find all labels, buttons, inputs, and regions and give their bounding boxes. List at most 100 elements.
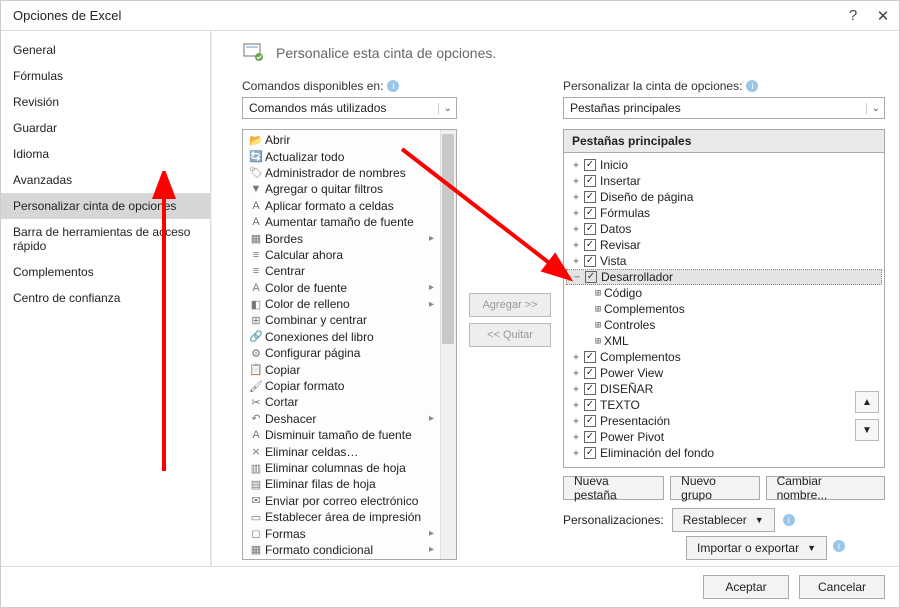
info-icon[interactable]: i	[746, 80, 758, 92]
sidebar-item-2[interactable]: Revisión	[1, 89, 210, 115]
remove-button[interactable]: << Quitar	[469, 323, 551, 347]
command-item[interactable]: 📋Copiar	[243, 361, 456, 377]
scroll-thumb[interactable]	[442, 134, 454, 344]
expand-icon[interactable]: +	[570, 384, 582, 395]
expand-icon[interactable]: +	[570, 192, 582, 203]
command-item[interactable]: 🏷Administrador de nombres	[243, 165, 456, 181]
ribbon-scope-select[interactable]: Pestañas principales ⌄	[563, 97, 885, 119]
ribbon-tab-item[interactable]: +Eliminación del fondo	[566, 445, 882, 461]
expand-icon[interactable]: +	[570, 160, 582, 171]
command-item[interactable]: ↶Deshacer▸	[243, 411, 456, 427]
ribbon-tree[interactable]: +Inicio+Insertar+Diseño de página+Fórmul…	[563, 152, 885, 468]
checkbox[interactable]	[584, 383, 596, 395]
ribbon-group-item[interactable]: ⊞Código	[566, 285, 882, 301]
command-item[interactable]: 📂Abrir	[243, 132, 456, 148]
command-item[interactable]: ▼Agregar o quitar filtros	[243, 181, 456, 197]
checkbox[interactable]	[584, 255, 596, 267]
sidebar-item-9[interactable]: Centro de confianza	[1, 285, 210, 311]
checkbox[interactable]	[584, 431, 596, 443]
expand-icon[interactable]: +	[570, 256, 582, 267]
expand-icon[interactable]: +	[570, 240, 582, 251]
expand-icon[interactable]: ⊞	[592, 304, 604, 315]
command-item[interactable]: ▭Establecer área de impresión	[243, 509, 456, 525]
new-tab-button[interactable]: Nueva pestaña	[563, 476, 664, 500]
info-icon[interactable]: i	[387, 80, 399, 92]
command-item[interactable]: ▦Formato condicional▸	[243, 542, 456, 558]
checkbox[interactable]	[584, 159, 596, 171]
ribbon-tab-item[interactable]: +Power Pivot	[566, 429, 882, 445]
sidebar-item-4[interactable]: Idioma	[1, 141, 210, 167]
command-item[interactable]: 🔄Actualizar todo	[243, 148, 456, 164]
command-item[interactable]: ⊞Combinar y centrar	[243, 312, 456, 328]
checkbox[interactable]	[584, 367, 596, 379]
ribbon-tab-item[interactable]: +Diseño de página	[566, 189, 882, 205]
ribbon-tab-item[interactable]: +Vista	[566, 253, 882, 269]
command-item[interactable]: ≡Centrar	[243, 263, 456, 279]
checkbox[interactable]	[584, 191, 596, 203]
move-up-button[interactable]: ▲	[855, 391, 879, 413]
ribbon-group-item[interactable]: ⊞XML	[566, 333, 882, 349]
command-item[interactable]: 🔗Conexiones del libro	[243, 329, 456, 345]
command-item[interactable]: ⚙Configurar página	[243, 345, 456, 361]
checkbox[interactable]	[584, 175, 596, 187]
command-item[interactable]: ▦Bordes▸	[243, 230, 456, 246]
new-group-button[interactable]: Nuevo grupo	[670, 476, 759, 500]
checkbox[interactable]	[584, 447, 596, 459]
checkbox[interactable]	[584, 351, 596, 363]
ribbon-tab-item[interactable]: +Revisar	[566, 237, 882, 253]
move-down-button[interactable]: ▼	[855, 419, 879, 441]
checkbox[interactable]	[584, 207, 596, 219]
checkbox[interactable]	[584, 415, 596, 427]
ok-button[interactable]: Aceptar	[703, 575, 789, 599]
checkbox[interactable]	[584, 223, 596, 235]
expand-icon[interactable]: +	[570, 224, 582, 235]
command-item[interactable]: AAplicar formato a celdas	[243, 198, 456, 214]
command-item[interactable]: AColor de fuente▸	[243, 280, 456, 296]
expand-icon[interactable]: ⊞	[592, 288, 604, 299]
info-icon[interactable]: i	[783, 514, 795, 526]
expand-icon[interactable]: +	[570, 352, 582, 363]
checkbox[interactable]	[584, 239, 596, 251]
ribbon-tab-item[interactable]: +Datos	[566, 221, 882, 237]
command-item[interactable]: ≡Calcular ahora	[243, 247, 456, 263]
ribbon-tab-item[interactable]: +Fórmulas	[566, 205, 882, 221]
ribbon-tab-item[interactable]: −Desarrollador	[566, 269, 882, 285]
ribbon-tab-item[interactable]: +Presentación	[566, 413, 882, 429]
command-item[interactable]: AFuenteI▾	[243, 558, 456, 560]
ribbon-group-item[interactable]: ⊞Controles	[566, 317, 882, 333]
command-item[interactable]: 🖌Copiar formato	[243, 378, 456, 394]
sidebar-item-3[interactable]: Guardar	[1, 115, 210, 141]
ribbon-group-item[interactable]: ⊞Complementos	[566, 301, 882, 317]
sidebar-item-5[interactable]: Avanzadas	[1, 167, 210, 193]
reset-button[interactable]: Restablecer▼	[672, 508, 775, 532]
expand-icon[interactable]: +	[570, 368, 582, 379]
checkbox[interactable]	[584, 399, 596, 411]
ribbon-tab-item[interactable]: +DISEÑAR	[566, 381, 882, 397]
sidebar-item-7[interactable]: Barra de herramientas de acceso rápido	[1, 219, 210, 259]
commands-listbox[interactable]: 📂Abrir🔄Actualizar todo🏷Administrador de …	[242, 129, 457, 560]
import-export-button[interactable]: Importar o exportar▼	[686, 536, 827, 560]
sidebar-item-6[interactable]: Personalizar cinta de opciones	[1, 193, 210, 219]
command-item[interactable]: ADisminuir tamaño de fuente	[243, 427, 456, 443]
expand-icon[interactable]: +	[570, 208, 582, 219]
command-item[interactable]: ◻Formas▸	[243, 525, 456, 541]
commands-from-select[interactable]: Comandos más utilizados ⌄	[242, 97, 457, 119]
command-item[interactable]: ✂Cortar	[243, 394, 456, 410]
rename-button[interactable]: Cambiar nombre...	[766, 476, 885, 500]
cancel-button[interactable]: Cancelar	[799, 575, 885, 599]
command-item[interactable]: AAumentar tamaño de fuente	[243, 214, 456, 230]
expand-icon[interactable]: +	[570, 176, 582, 187]
ribbon-tab-item[interactable]: +TEXTO	[566, 397, 882, 413]
scrollbar[interactable]	[440, 130, 456, 559]
add-button[interactable]: Agregar >>	[469, 293, 551, 317]
expand-icon[interactable]: +	[570, 432, 582, 443]
command-item[interactable]: ✉Enviar por correo electrónico	[243, 493, 456, 509]
ribbon-tab-item[interactable]: +Inicio	[566, 157, 882, 173]
sidebar-item-1[interactable]: Fórmulas	[1, 63, 210, 89]
ribbon-tab-item[interactable]: +Power View	[566, 365, 882, 381]
expand-icon[interactable]: +	[570, 448, 582, 459]
ribbon-tab-item[interactable]: +Complementos	[566, 349, 882, 365]
expand-icon[interactable]: ⊞	[592, 320, 604, 331]
command-item[interactable]: ◧Color de relleno▸	[243, 296, 456, 312]
close-icon[interactable]: ✕	[875, 7, 891, 25]
